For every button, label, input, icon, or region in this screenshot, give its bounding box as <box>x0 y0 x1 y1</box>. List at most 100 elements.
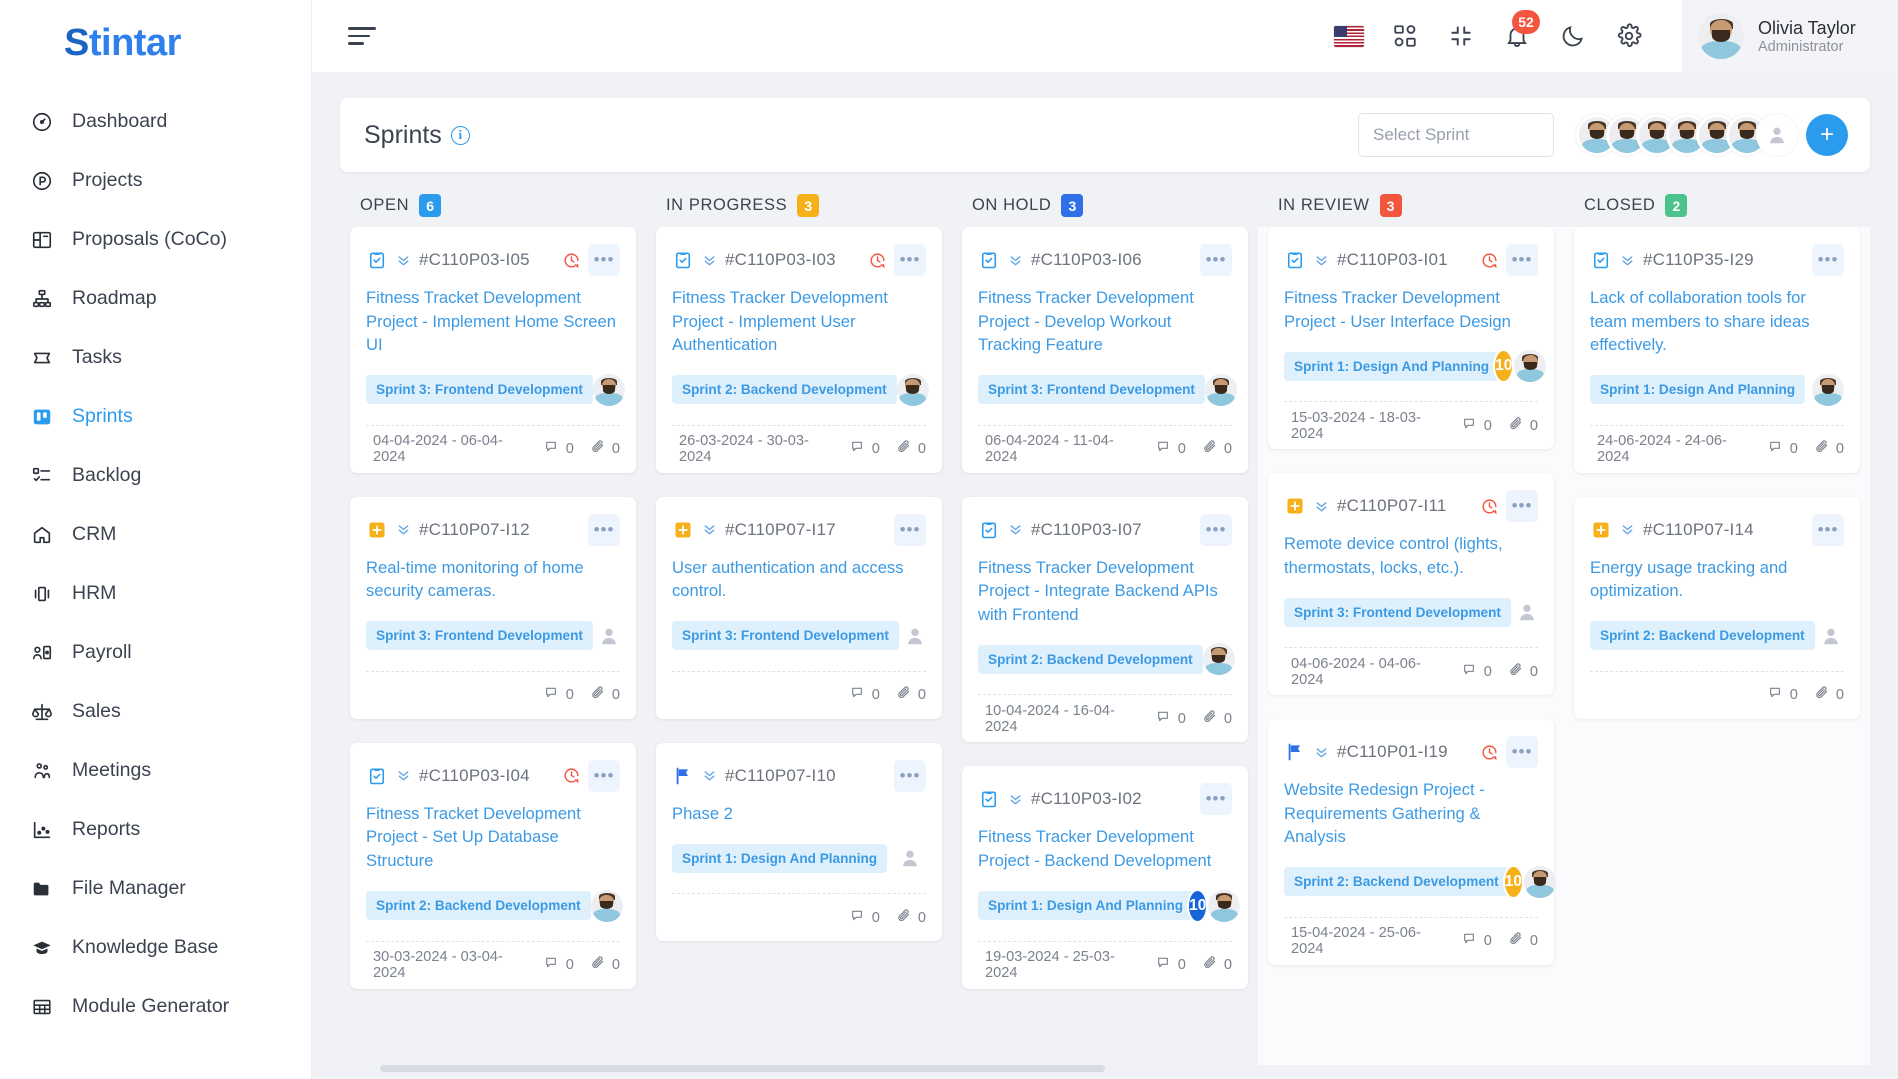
bell-icon[interactable]: 52 <box>1502 10 1540 51</box>
apps-grid-icon[interactable] <box>1390 21 1420 51</box>
flag-us-icon[interactable] <box>1334 21 1364 51</box>
chevron-double-down-icon[interactable] <box>1007 521 1024 538</box>
sprint-card[interactable]: #C110P03-I04 ••• Fitness Tracket Develop… <box>350 742 636 991</box>
chevron-double-down-icon[interactable] <box>701 521 718 538</box>
card-menu-button[interactable]: ••• <box>588 759 620 792</box>
column-name: OPEN <box>360 196 410 214</box>
card-id: #C110P03-I02 <box>1031 789 1142 809</box>
card-footer: 15-03-2024 - 18-03-2024 0 0 <box>1284 401 1538 451</box>
card-menu-button[interactable]: ••• <box>1506 244 1538 276</box>
sprint-card[interactable]: #C110P03-I06 ••• Fitness Tracker Develop… <box>962 227 1248 475</box>
card-title[interactable]: Fitness Tracket Development Project - Im… <box>366 286 620 357</box>
select-sprint-input[interactable]: Select Sprint <box>1358 113 1554 157</box>
chevron-double-down-icon[interactable] <box>395 767 412 784</box>
card-title[interactable]: Real-time monitoring of home security ca… <box>366 556 620 603</box>
plus-square-icon <box>1284 495 1306 517</box>
card-menu-button[interactable]: ••• <box>588 513 620 546</box>
sprint-card[interactable]: #C110P03-I03 ••• Fitness Tracker Develop… <box>656 227 942 475</box>
card-menu-button[interactable]: ••• <box>894 244 926 276</box>
sidebar-item-file-manager[interactable]: File Manager <box>0 859 311 918</box>
sidebar-item-roadmap[interactable]: Roadmap <box>0 269 311 328</box>
board-content: Sprints i Select Sprint + OPEN 6 #C110P0… <box>312 72 1898 1079</box>
card-menu-button[interactable]: ••• <box>1812 244 1844 276</box>
horizontal-scrollbar[interactable] <box>340 1065 1870 1079</box>
sidebar-item-hrm[interactable]: HRM <box>0 564 311 623</box>
sprint-card[interactable]: #C110P07-I10 ••• Phase 2 Sprint 1: Desig… <box>656 742 942 942</box>
chevron-double-down-icon[interactable] <box>1619 252 1636 269</box>
sprint-card[interactable]: #C110P03-I07 ••• Fitness Tracker Develop… <box>962 496 1248 745</box>
chevron-double-down-icon[interactable] <box>395 521 412 538</box>
sidebar-item-sales[interactable]: Sales <box>0 682 311 741</box>
chevron-double-down-icon[interactable] <box>701 252 718 269</box>
page-title: Sprints i <box>364 121 470 150</box>
chevron-double-down-icon[interactable] <box>1619 521 1636 538</box>
chevron-double-down-icon[interactable] <box>1313 498 1330 515</box>
sidebar-item-module-generator[interactable]: Module Generator <box>0 977 311 1036</box>
card-date: 24-06-2024 - 24-06-2024 <box>1590 433 1736 475</box>
gear-icon[interactable] <box>1614 21 1644 51</box>
card-menu-button[interactable]: ••• <box>1200 513 1232 546</box>
sidebar-item-crm[interactable]: CRM <box>0 505 311 564</box>
sidebar-item-sprints[interactable]: Sprints <box>0 387 311 446</box>
sprint-card[interactable]: #C110P03-I02 ••• Fitness Tracker Develop… <box>962 766 1248 991</box>
sidebar-item-tasks[interactable]: Tasks <box>0 328 311 387</box>
card-menu-button[interactable]: ••• <box>1200 244 1232 276</box>
card-title[interactable]: Energy usage tracking and optimization. <box>1590 556 1844 603</box>
attachment-icon <box>1814 685 1830 705</box>
hamburger-icon[interactable] <box>348 27 382 45</box>
card-title[interactable]: Fitness Tracker Development Project - De… <box>978 286 1232 357</box>
sprint-card[interactable]: #C110P07-I14 ••• Energy usage tracking a… <box>1574 496 1860 719</box>
chevron-double-down-icon[interactable] <box>701 767 718 784</box>
chevron-double-down-icon[interactable] <box>1313 252 1330 269</box>
card-title[interactable]: Fitness Tracker Development Project - Us… <box>1284 286 1538 333</box>
attachment-icon <box>1202 439 1218 459</box>
sprint-card[interactable]: #C110P03-I05 ••• Fitness Tracket Develop… <box>350 227 636 475</box>
attachment-count: 0 <box>896 908 926 928</box>
sidebar-item-payroll[interactable]: Payroll <box>0 623 311 682</box>
card-title[interactable]: Website Redesign Project - Requirements … <box>1284 778 1538 849</box>
attachment-icon <box>1508 662 1524 682</box>
card-menu-button[interactable]: ••• <box>1812 513 1844 546</box>
add-member-button[interactable]: + <box>1806 114 1848 156</box>
sprint-card[interactable]: #C110P01-I19 ••• Website Redesign Projec… <box>1268 719 1556 967</box>
select-sprint-placeholder: Select Sprint <box>1373 125 1470 144</box>
sidebar-item-knowledge-base[interactable]: Knowledge Base <box>0 918 311 977</box>
user-menu[interactable]: Olivia Taylor Administrator <box>1682 0 1898 72</box>
sprint-card[interactable]: #C110P07-I12 ••• Real-time monitoring of… <box>350 496 636 719</box>
member-avatars[interactable] <box>1576 114 1798 156</box>
card-menu-button[interactable]: ••• <box>894 759 926 792</box>
card-title[interactable]: Lack of collaboration tools for team mem… <box>1590 286 1844 357</box>
sprint-card[interactable]: #C110P07-I11 ••• Remote device control (… <box>1268 473 1554 698</box>
card-title[interactable]: Fitness Tracker Development Project - Im… <box>672 286 926 357</box>
brand-logo[interactable]: Stintar <box>0 0 311 86</box>
card-title[interactable]: Fitness Tracket Development Project - Se… <box>366 802 620 873</box>
card-menu-button[interactable]: ••• <box>894 513 926 546</box>
sidebar-item-projects[interactable]: Projects <box>0 151 311 210</box>
sidebar-item-proposals-coco[interactable]: Proposals (CoCo) <box>0 210 311 269</box>
card-menu-button[interactable]: ••• <box>588 244 620 276</box>
chevron-double-down-icon[interactable] <box>1313 744 1330 761</box>
sidebar-item-reports[interactable]: Reports <box>0 800 311 859</box>
card-menu-button[interactable]: ••• <box>1200 783 1232 816</box>
moon-icon[interactable] <box>1558 21 1588 51</box>
card-title[interactable]: User authentication and access control. <box>672 556 926 603</box>
sidebar-item-dashboard[interactable]: Dashboard <box>0 92 311 151</box>
card-title[interactable]: Fitness Tracker Development Project - In… <box>978 556 1232 627</box>
column-name: IN PROGRESS <box>666 196 788 214</box>
card-title[interactable]: Fitness Tracker Development Project - Ba… <box>978 825 1232 872</box>
sidebar-item-meetings[interactable]: Meetings <box>0 741 311 800</box>
card-title[interactable]: Phase 2 <box>672 802 926 826</box>
folder-icon <box>30 877 54 901</box>
info-icon[interactable]: i <box>450 125 470 145</box>
collapse-icon[interactable] <box>1446 21 1476 51</box>
card-menu-button[interactable]: ••• <box>1506 490 1538 523</box>
sprint-card[interactable]: #C110P07-I17 ••• User authentication and… <box>656 496 942 719</box>
chevron-double-down-icon[interactable] <box>395 252 412 269</box>
chevron-double-down-icon[interactable] <box>1007 252 1024 269</box>
card-title[interactable]: Remote device control (lights, thermosta… <box>1284 532 1538 579</box>
chevron-double-down-icon[interactable] <box>1007 791 1024 808</box>
card-menu-button[interactable]: ••• <box>1506 736 1538 769</box>
sprint-card[interactable]: #C110P35-I29 ••• Lack of collaboration t… <box>1574 227 1860 475</box>
sidebar-item-backlog[interactable]: Backlog <box>0 446 311 505</box>
sprint-card[interactable]: #C110P03-I01 ••• Fitness Tracker Develop… <box>1268 227 1554 451</box>
